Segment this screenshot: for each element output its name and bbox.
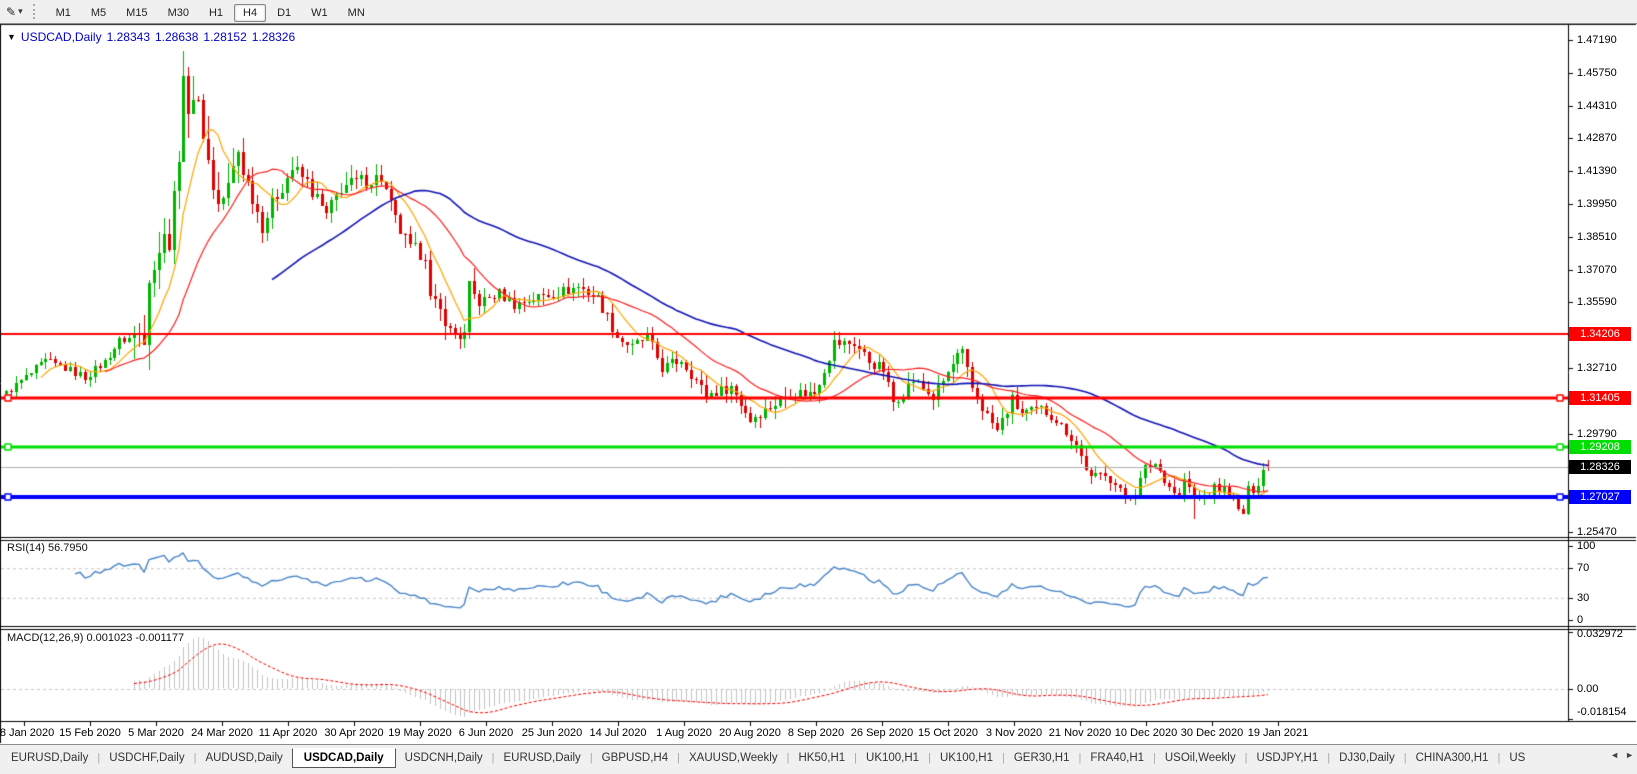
chart-tab-usdjpy-h1[interactable]: USDJPY,H1 bbox=[1247, 749, 1327, 767]
chart-tab-uk100-h1[interactable]: UK100,H1 bbox=[931, 749, 1002, 767]
collapse-triangle-icon[interactable]: ▼ bbox=[7, 32, 16, 42]
chart-tab-eurusd-daily[interactable]: EURUSD,Daily bbox=[2, 749, 97, 767]
timeframe-button-d1[interactable]: D1 bbox=[268, 4, 300, 22]
chart-canvas[interactable] bbox=[0, 0, 1637, 774]
low-value: 1.28152 bbox=[203, 30, 247, 44]
macd-tick-label: 0.032972 bbox=[1577, 628, 1623, 640]
toolbar-grip[interactable] bbox=[32, 4, 38, 19]
date-label: 3 Nov 2020 bbox=[985, 727, 1043, 739]
price-tick-label: 1.35590 bbox=[1577, 296, 1617, 309]
price-tick-label: 1.25470 bbox=[1577, 526, 1617, 538]
close-value: 1.28326 bbox=[251, 30, 296, 44]
line-price-badge[interactable]: 1.27027 bbox=[1569, 489, 1631, 504]
timeframe-buttons: M1 M5 M15 M30 H1 H4 D1 W1 MN bbox=[46, 3, 387, 22]
mt4-window: ✎ ▾ M1 M5 M15 M30 H1 H4 D1 W1 MN ▼ USDCAD,Daily … bbox=[0, 0, 1637, 774]
chart-tab-audusd-daily[interactable]: AUDUSD,Daily bbox=[196, 749, 291, 767]
rsi-tick-label: 30 bbox=[1577, 591, 1590, 604]
chart-ohlc-header: ▼ USDCAD,Daily 1.28343 1.28638 1.28152 1… bbox=[7, 30, 295, 44]
chart-tab-usdchf-daily[interactable]: USDCHF,Daily bbox=[100, 749, 193, 767]
price-tick-label: 1.29790 bbox=[1577, 427, 1617, 440]
timeframe-button-mn[interactable]: MN bbox=[339, 4, 374, 22]
chart-tab-us[interactable]: US bbox=[1500, 749, 1534, 767]
price-tick-label: 1.42870 bbox=[1577, 132, 1617, 145]
date-label: 21 Nov 2020 bbox=[1048, 727, 1112, 739]
timeframe-button-m30[interactable]: M30 bbox=[159, 4, 198, 22]
date-label: 25 Jun 2020 bbox=[521, 727, 583, 739]
chart-tabs: EURUSD,Daily | USDCHF,Daily | AUDUSD,Daily US… bbox=[2, 746, 1600, 770]
cursor-tool-icon[interactable]: ✎ bbox=[6, 5, 16, 19]
chart-tab-ger30-h1[interactable]: GER30,H1 bbox=[1005, 749, 1079, 767]
current-price-badge: 1.28326 bbox=[1569, 460, 1631, 475]
chart-tab-fra40-h1[interactable]: FRA40,H1 bbox=[1081, 749, 1153, 767]
timeframe-toolbar: ✎ ▾ M1 M5 M15 M30 H1 H4 D1 W1 MN bbox=[0, 0, 1637, 24]
price-tick-label: 1.38510 bbox=[1577, 230, 1617, 243]
rsi-tick-label: 100 bbox=[1577, 540, 1596, 552]
tabs-scroll-left-icon[interactable]: ◄ bbox=[1610, 750, 1619, 760]
macd-tick-label: 0.00 bbox=[1577, 682, 1599, 695]
date-label: 20 Aug 2020 bbox=[719, 727, 781, 739]
date-label: 19 Jan 2021 bbox=[1247, 727, 1309, 739]
timeframe-button-h4[interactable]: H4 bbox=[234, 3, 267, 22]
high-value: 1.28638 bbox=[155, 30, 199, 44]
chart-tab-uk100-h1[interactable]: UK100,H1 bbox=[857, 749, 928, 767]
open-value: 1.28343 bbox=[106, 30, 150, 44]
date-label: 8 Sep 2020 bbox=[787, 727, 845, 739]
chart-tab-usdcnh-daily[interactable]: USDCNH,Daily bbox=[396, 749, 492, 767]
rsi-tick-label: 70 bbox=[1577, 562, 1590, 575]
date-label: 11 Apr 2020 bbox=[258, 727, 318, 739]
date-label: 19 May 2020 bbox=[388, 727, 452, 739]
tabs-scroll-right-icon[interactable]: ► bbox=[1625, 750, 1634, 760]
date-label: 30 Dec 2020 bbox=[1180, 727, 1244, 739]
rsi-indicator-label: RSI(14) 56.7950 bbox=[7, 542, 88, 554]
chart-tab-hk50-h1[interactable]: HK50,H1 bbox=[789, 749, 854, 767]
chart-tab-china300-h1[interactable]: CHINA300,H1 bbox=[1407, 749, 1498, 767]
chart-tab-eurusd-daily[interactable]: EURUSD,Daily bbox=[494, 749, 589, 767]
line-price-badge[interactable]: 1.31405 bbox=[1569, 390, 1631, 405]
date-label: 15 Oct 2020 bbox=[918, 727, 978, 739]
date-label: 15 Feb 2020 bbox=[59, 727, 121, 739]
chevron-down-icon[interactable]: ▾ bbox=[18, 6, 23, 17]
macd-tick-label: -0.018154 bbox=[1577, 706, 1627, 718]
chart-tab-gbpusd-h4[interactable]: GBPUSD,H4 bbox=[593, 749, 677, 767]
date-label: 5 Mar 2020 bbox=[128, 727, 184, 739]
line-price-badge[interactable]: 1.34206 bbox=[1569, 327, 1631, 342]
date-label: 6 Jun 2020 bbox=[458, 727, 514, 739]
price-tick-label: 1.32710 bbox=[1577, 362, 1617, 374]
line-price-badge[interactable]: 1.29208 bbox=[1569, 440, 1631, 455]
price-tick-label: 1.45750 bbox=[1577, 66, 1617, 79]
timeframe-button-w1[interactable]: W1 bbox=[302, 4, 337, 22]
price-tick-label: 1.47190 bbox=[1577, 34, 1617, 46]
date-label: 14 Jul 2020 bbox=[589, 727, 647, 739]
timeframe-button-m5[interactable]: M5 bbox=[82, 4, 115, 22]
price-tick-label: 1.39950 bbox=[1577, 198, 1617, 210]
price-tick-label: 1.44310 bbox=[1577, 99, 1617, 112]
chart-tab-xauusd-weekly[interactable]: XAUUSD,Weekly bbox=[680, 749, 787, 767]
date-label: 28 Jan 2020 bbox=[0, 727, 55, 739]
macd-indicator-label: MACD(12,26,9) 0.001023 -0.001177 bbox=[7, 632, 185, 644]
chart-tab-usdcad-daily[interactable]: USDCAD,Daily bbox=[291, 747, 396, 768]
chart-tab-dj30-daily[interactable]: DJ30,Daily bbox=[1330, 749, 1404, 767]
date-label: 30 Apr 2020 bbox=[324, 727, 384, 739]
symbol-label: USDCAD,Daily bbox=[20, 30, 102, 44]
date-label: 1 Aug 2020 bbox=[656, 727, 712, 739]
price-tick-label: 1.41390 bbox=[1577, 165, 1617, 178]
chart-tab-bar: EURUSD,Daily | USDCHF,Daily | AUDUSD,Daily US… bbox=[0, 744, 1637, 774]
timeframe-button-m15[interactable]: M15 bbox=[117, 4, 156, 22]
price-tick-label: 1.37070 bbox=[1577, 263, 1617, 276]
chart-tab-usoil-weekly[interactable]: USOil,Weekly bbox=[1156, 749, 1245, 767]
timeframe-button-h1[interactable]: H1 bbox=[200, 4, 232, 22]
rsi-tick-label: 0 bbox=[1577, 614, 1584, 626]
date-label: 10 Dec 2020 bbox=[1114, 727, 1178, 739]
timeframe-button-m1[interactable]: M1 bbox=[47, 4, 80, 22]
date-label: 26 Sep 2020 bbox=[850, 727, 914, 739]
date-label: 24 Mar 2020 bbox=[191, 727, 253, 739]
